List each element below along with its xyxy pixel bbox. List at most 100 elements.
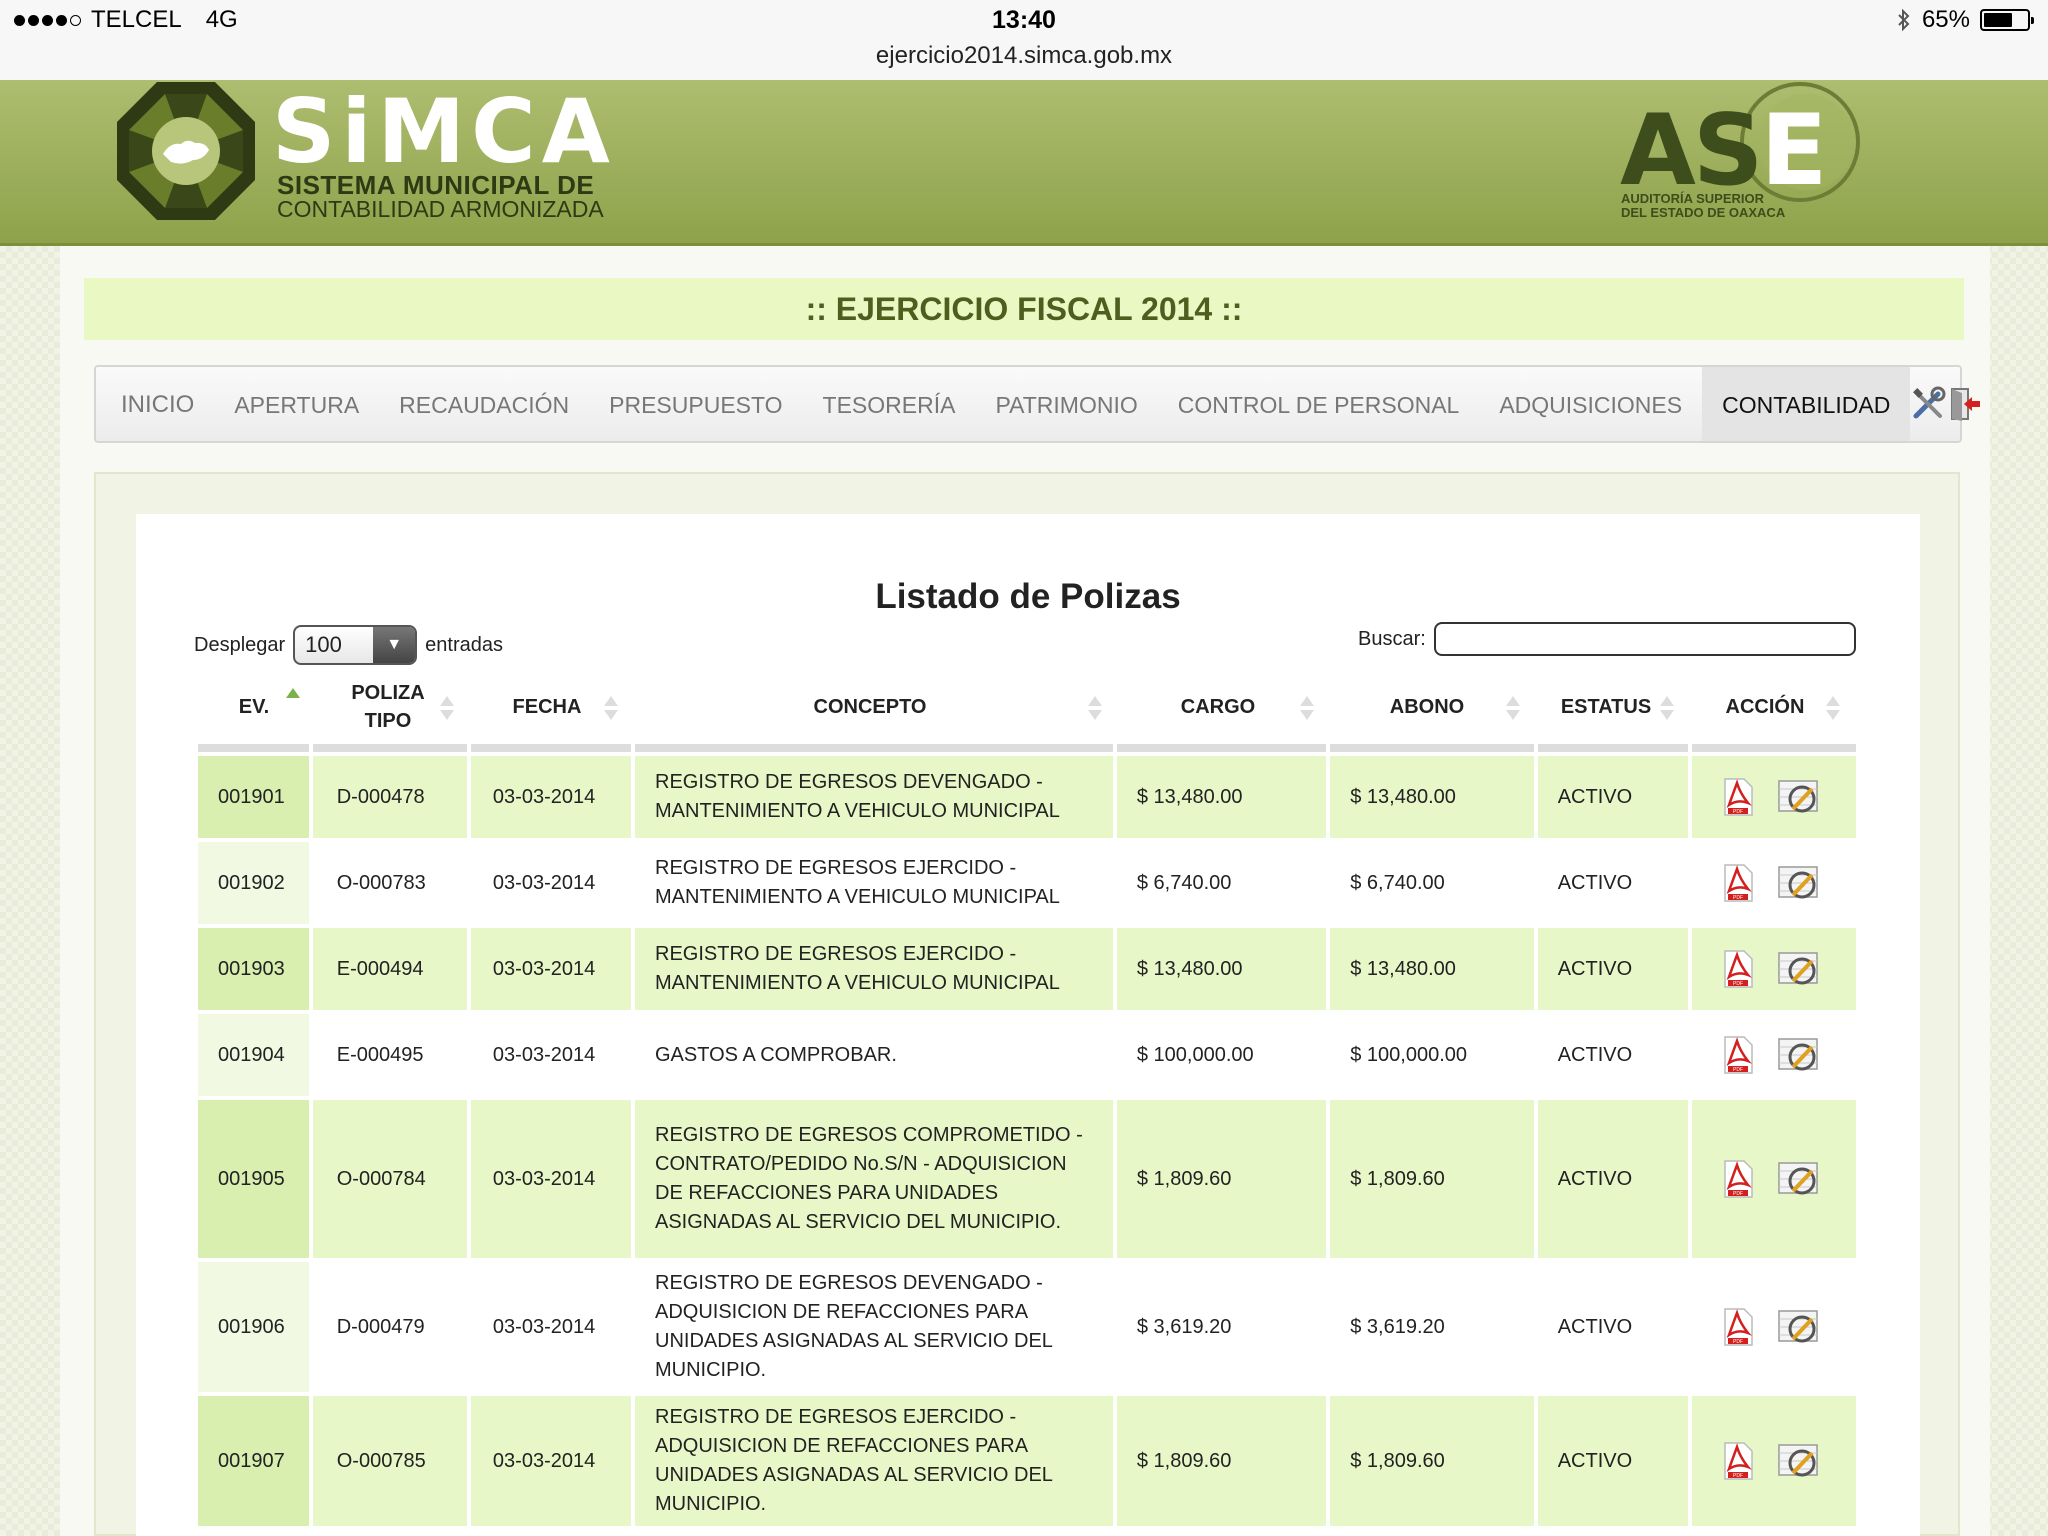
cell-abono: $ 13,480.00	[1330, 928, 1534, 1010]
nav-item-apertura[interactable]: APERTURA	[214, 367, 379, 441]
svg-text:PDF: PDF	[1733, 981, 1743, 987]
table-row[interactable]: 001907 O-000785 03-03-2014 REGISTRO DE EGRE…	[198, 1396, 1856, 1526]
cell-fecha: 03-03-2014	[470, 1014, 631, 1096]
cell-accion: PDF	[1691, 1396, 1856, 1526]
cell-fecha: 03-03-2014	[470, 1396, 631, 1526]
column-header-label: POLIZA TIPO	[351, 682, 425, 732]
cell-cargo: $ 13,480.00	[1116, 928, 1327, 1010]
cell-estatus: ACTIVO	[1537, 1100, 1688, 1258]
pdf-icon[interactable]: PDF	[1720, 777, 1756, 817]
column-header-estatus[interactable]: ESTATUS	[1530, 670, 1682, 744]
cell-concepto: REGISTRO DE EGRESOS EJERCIDO - ADQUISICI…	[635, 1396, 1113, 1526]
cell-estatus: ACTIVO	[1537, 1396, 1688, 1526]
cell-poliza-tipo: O-000785	[312, 1396, 467, 1526]
nav-item-presupuesto[interactable]: PRESUPUESTO	[589, 367, 802, 441]
cell-cargo: $ 3,619.20	[1116, 1262, 1327, 1392]
entries-label: entradas	[425, 633, 504, 656]
table-row[interactable]: 001906 D-000479 03-03-2014 REGISTRO DE EGRE…	[198, 1262, 1856, 1392]
nav-item-contabilidad[interactable]: CONTABILIDAD	[1702, 367, 1911, 441]
cell-cargo: $ 13,480.00	[1116, 756, 1327, 838]
cell-concepto: REGISTRO DE EGRESOS EJERCIDO - MANTENIMI…	[635, 842, 1113, 924]
cell-estatus: ACTIVO	[1537, 756, 1688, 838]
view-detail-icon[interactable]	[1776, 1035, 1824, 1075]
view-detail-icon[interactable]	[1776, 1159, 1824, 1199]
sort-icon	[604, 696, 618, 722]
search-control: Buscar:	[1358, 622, 1856, 656]
column-header-label: ABONO	[1389, 696, 1465, 718]
pdf-icon[interactable]: PDF	[1720, 1441, 1756, 1481]
battery-icon	[1980, 9, 2034, 31]
cell-fecha: 03-03-2014	[470, 842, 631, 924]
nav-item-control-de-personal[interactable]: CONTROL DE PERSONAL	[1158, 367, 1480, 441]
simca-subtitle-line2: CONTABILIDAD ARMONIZADA	[277, 196, 604, 222]
column-header-concepto[interactable]: CONCEPTO	[628, 670, 1112, 744]
column-header-poliza-tipo[interactable]: POLIZA TIPO	[310, 670, 466, 744]
cell-abono: $ 100,000.00	[1330, 1014, 1534, 1096]
settings-tools-button[interactable]	[1910, 367, 1946, 441]
sort-icon	[440, 696, 454, 722]
cell-fecha: 03-03-2014	[470, 756, 631, 838]
column-header-accion[interactable]: ACCIÓN	[1682, 670, 1848, 744]
pdf-icon[interactable]: PDF	[1720, 1035, 1756, 1075]
nav-item-inicio[interactable]: INICIO	[96, 367, 214, 441]
nav-item-patrimonio[interactable]: PATRIMONIO	[975, 367, 1157, 441]
pdf-icon[interactable]: PDF	[1720, 949, 1756, 989]
pdf-icon[interactable]: PDF	[1720, 1307, 1756, 1347]
cell-poliza-tipo: E-000495	[312, 1014, 467, 1096]
pdf-icon[interactable]: PDF	[1720, 863, 1756, 903]
cell-poliza-tipo: D-000479	[312, 1262, 467, 1392]
view-detail-icon[interactable]	[1776, 1307, 1824, 1347]
cell-ev: 001906	[198, 1262, 309, 1392]
table-row[interactable]: 001901 D-000478 03-03-2014 REGISTRO DE EGRE…	[198, 756, 1856, 838]
search-input[interactable]	[1433, 622, 1856, 656]
battery-info: 65%	[1896, 6, 2034, 34]
page-length-select[interactable]: 100 ▼	[293, 625, 418, 665]
nav-item-adquisiciones[interactable]: ADQUISICIONES	[1479, 367, 1702, 441]
nav-item-recaudacion[interactable]: RECAUDACIÓN	[379, 367, 589, 441]
column-header-label: CONCEPTO	[813, 696, 927, 718]
polizas-table: EV. POLIZA TIPO FECHA CONCEPTO CARGO ABO…	[198, 670, 1856, 1530]
view-detail-icon[interactable]	[1776, 863, 1824, 903]
view-detail-icon[interactable]	[1776, 777, 1824, 817]
cell-ev: 001907	[198, 1396, 309, 1526]
sort-icon	[1826, 696, 1840, 722]
page-length-control: Desplegar 100 ▼ entradas	[194, 625, 503, 665]
cell-accion: PDF	[1691, 1014, 1856, 1096]
column-header-cargo[interactable]: CARGO	[1112, 670, 1324, 744]
logout-button[interactable]	[1946, 367, 1982, 441]
column-header-label: FECHA	[512, 696, 582, 718]
cell-fecha: 03-03-2014	[470, 1100, 631, 1258]
column-header-label: EV.	[238, 696, 270, 718]
ase-subtitle-line1: AUDITORÍA SUPERIOR	[1621, 191, 1765, 206]
cell-accion: PDF	[1691, 928, 1856, 1010]
cell-abono: $ 1,809.60	[1330, 1100, 1534, 1258]
ase-subtitle-line2: DEL ESTADO DE OAXACA	[1621, 205, 1786, 220]
nav-item-tesoreria[interactable]: TESORERÍA	[803, 367, 976, 441]
cell-concepto: REGISTRO DE EGRESOS DEVENGADO - MANTENIM…	[635, 756, 1113, 838]
table-row[interactable]: 001904 E-000495 03-03-2014 GASTOS A COMPROB…	[198, 1014, 1856, 1096]
cell-cargo: $ 6,740.00	[1116, 842, 1327, 924]
address-bar[interactable]: ejercicio2014.simca.gob.mx	[0, 42, 2048, 70]
battery-percent: 65%	[1921, 6, 1970, 33]
svg-text:PDF: PDF	[1733, 809, 1743, 815]
cell-ev: 001905	[198, 1100, 309, 1258]
pdf-icon[interactable]: PDF	[1720, 1159, 1756, 1199]
cell-ev: 001903	[198, 928, 309, 1010]
view-detail-icon[interactable]	[1776, 949, 1824, 989]
sort-ascending-icon	[286, 688, 300, 714]
column-header-ev[interactable]: EV.	[198, 670, 310, 744]
cell-accion: PDF	[1691, 756, 1856, 838]
cell-cargo: $ 1,809.60	[1116, 1100, 1327, 1258]
svg-text:PDF: PDF	[1733, 895, 1743, 901]
cell-concepto: REGISTRO DE EGRESOS EJERCIDO - MANTENIMI…	[635, 928, 1113, 1010]
table-row[interactable]: 001902 O-000783 03-03-2014 REGISTRO DE EGRE…	[198, 842, 1856, 924]
column-header-abono[interactable]: ABONO	[1324, 670, 1530, 744]
table-row[interactable]: 001905 O-000784 03-03-2014 REGISTRO DE EGRE…	[198, 1100, 1856, 1258]
svg-text:PDF: PDF	[1733, 1339, 1743, 1345]
cell-estatus: ACTIVO	[1537, 928, 1688, 1010]
table-row[interactable]: 001903 E-000494 03-03-2014 REGISTRO DE EGRE…	[198, 928, 1856, 1010]
column-header-fecha[interactable]: FECHA	[466, 670, 628, 744]
cell-accion: PDF	[1691, 1100, 1856, 1258]
bluetooth-icon	[1898, 8, 1910, 32]
view-detail-icon[interactable]	[1776, 1441, 1824, 1481]
